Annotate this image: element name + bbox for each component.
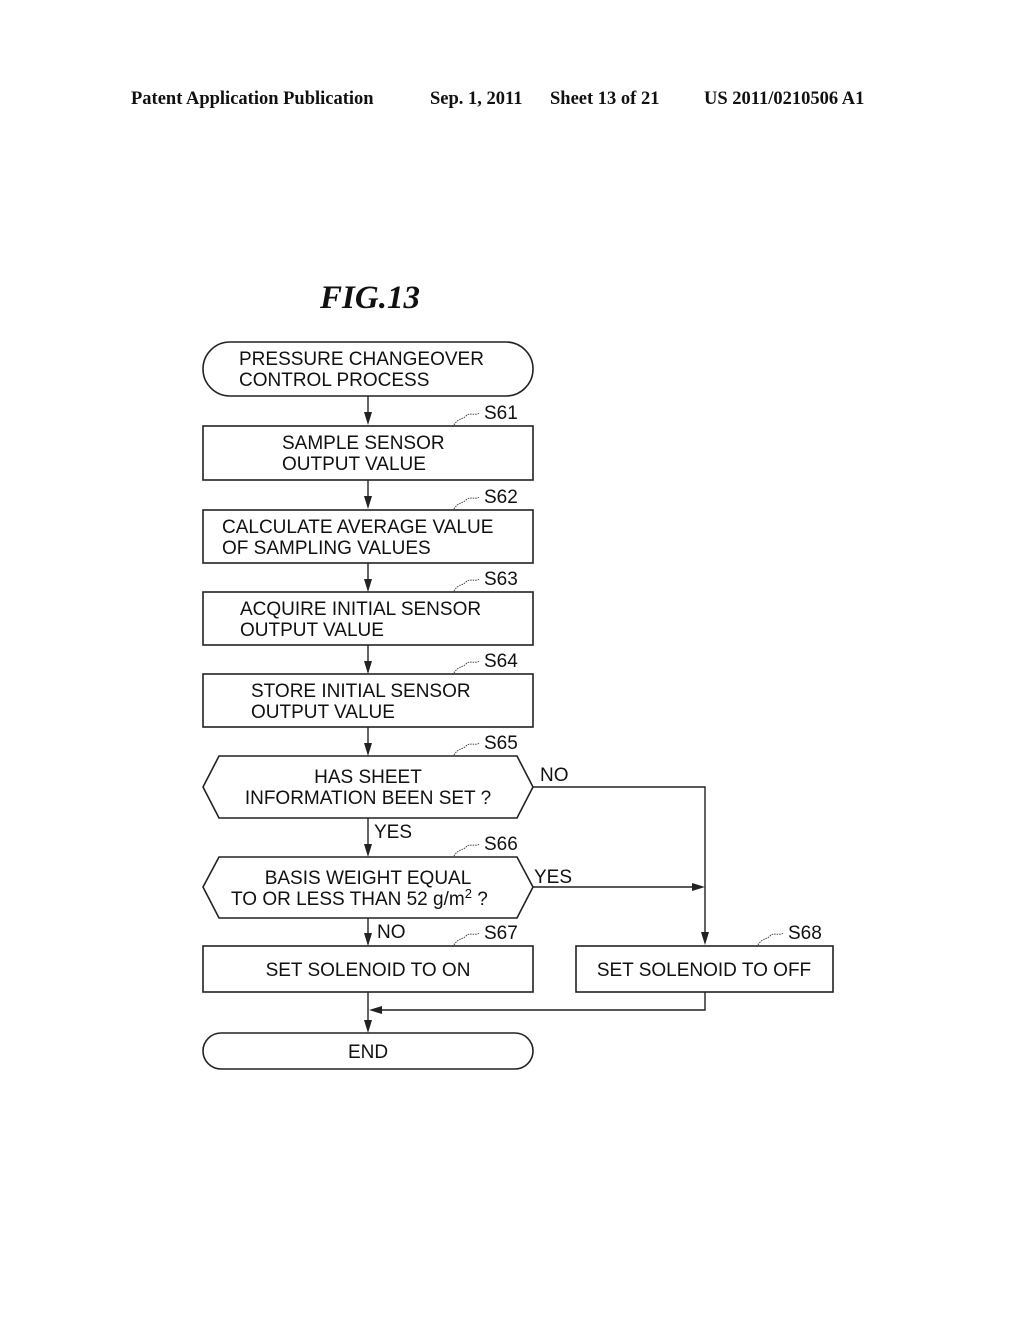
s63-step-id: S63 [484, 569, 518, 590]
s65-yes-label: YES [374, 822, 412, 843]
leader-line [757, 932, 785, 946]
flowchart: PRESSURE CHANGEOVER CONTROL PROCESS SAMP… [202, 341, 834, 1070]
s64-step-id: S64 [484, 651, 518, 672]
leader-line [453, 932, 481, 946]
arrow-head [692, 883, 705, 891]
start-terminator: PRESSURE CHANGEOVER CONTROL PROCESS [202, 341, 534, 397]
s64-line-1: STORE INITIAL SENSOR [251, 681, 471, 702]
s61-step-id: S61 [484, 403, 518, 424]
s62-line-1: CALCULATE AVERAGE VALUE [222, 517, 493, 538]
decision-s65: HAS SHEET INFORMATION BEEN SET ? S65 NO … [202, 733, 569, 843]
leader-line [453, 660, 481, 674]
s68-label: SET SOLENOID TO OFF [597, 960, 811, 981]
s61-line-2: OUTPUT VALUE [282, 454, 426, 475]
s62-line-2: OF SAMPLING VALUES [222, 538, 431, 559]
s66-step-id: S66 [484, 834, 518, 855]
s65-line-2: INFORMATION BEEN SET ? [245, 788, 491, 809]
connector-s65-no-s68 [533, 786, 706, 940]
s67-label: SET SOLENOID TO ON [266, 960, 471, 981]
s64-line-2: OUTPUT VALUE [251, 702, 395, 723]
s61-line-1: SAMPLE SENSOR [282, 433, 445, 454]
leader-line [453, 843, 481, 857]
s66-yes-label: YES [534, 867, 572, 888]
leader-line [453, 412, 481, 426]
end-label: END [348, 1042, 388, 1063]
leader-line [453, 742, 481, 756]
connector-s68-merge [374, 992, 706, 1011]
s66-line-2: TO OR LESS THAN 52 g/m2 ? [231, 886, 488, 910]
arrow-head [364, 496, 372, 509]
arrow-head [369, 1006, 382, 1014]
s63-line-1: ACQUIRE INITIAL SENSOR [240, 599, 481, 620]
arrow-head [364, 1020, 372, 1033]
arrow-head [364, 743, 372, 756]
arrow-head [364, 412, 372, 425]
s68-step-id: S68 [788, 923, 822, 944]
s63-line-2: OUTPUT VALUE [240, 620, 384, 641]
s65-line-1: HAS SHEET [314, 767, 422, 788]
s66-question: ? [472, 889, 488, 910]
s62-step-id: S62 [484, 487, 518, 508]
s65-no-label: NO [540, 765, 569, 786]
s65-step-id: S65 [484, 733, 518, 754]
arrow-head [364, 933, 372, 946]
arrow-head [364, 579, 372, 592]
start-label-line-2: CONTROL PROCESS [239, 370, 429, 391]
s66-line-1: BASIS WEIGHT EQUAL [265, 868, 472, 889]
s66-superscript: 2 [465, 886, 472, 901]
start-label-line-1: PRESSURE CHANGEOVER [239, 349, 484, 370]
end-terminator: END [202, 1032, 534, 1070]
s67-step-id: S67 [484, 923, 518, 944]
arrow-head [364, 844, 372, 857]
s66-no-label: NO [377, 922, 406, 943]
leader-line [453, 578, 481, 592]
arrow-head [701, 932, 709, 945]
leader-line [453, 496, 481, 510]
arrow-head [364, 661, 372, 674]
s66-line-2-text: TO OR LESS THAN 52 g/m [231, 889, 465, 910]
